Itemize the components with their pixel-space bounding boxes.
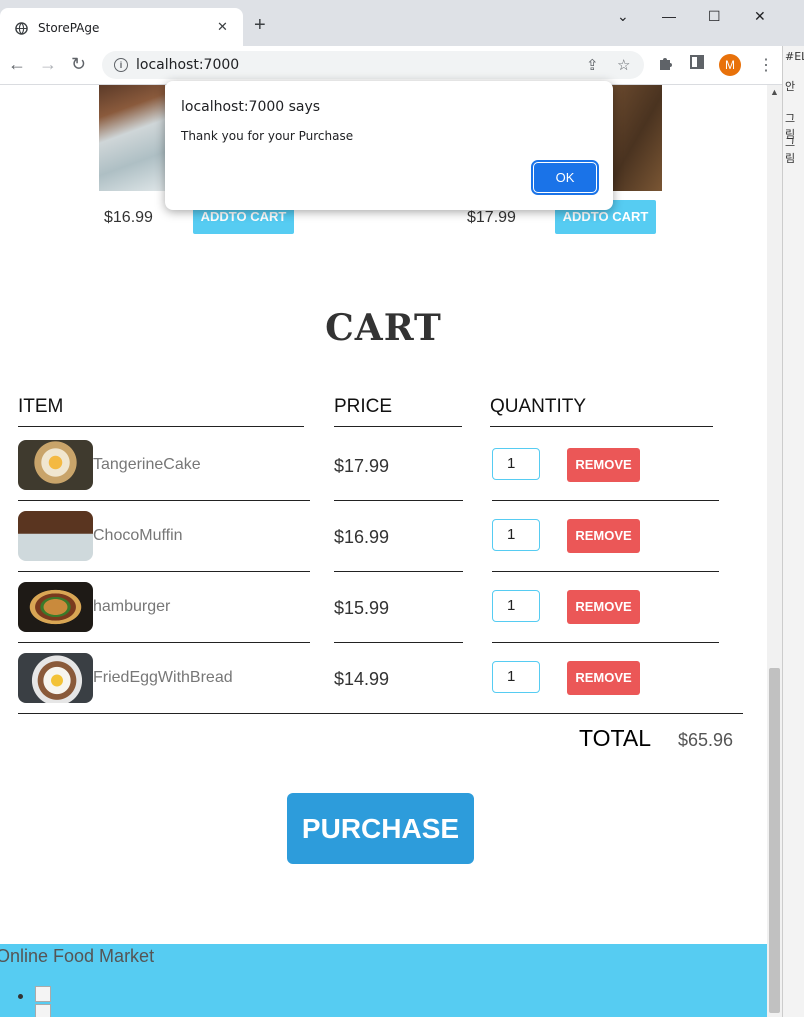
quantity-input[interactable]: 1	[492, 448, 540, 480]
shop-item-image	[99, 85, 165, 191]
fried-egg-with-bread-image	[18, 653, 93, 703]
remove-button[interactable]: REMOVE	[567, 590, 640, 624]
cart-item-name: hamburger	[93, 598, 171, 615]
purchase-button[interactable]: PURCHASE	[287, 793, 474, 864]
alert-dialog: localhost:7000 says Thank you for your P…	[165, 81, 613, 210]
new-tab-button[interactable]: +	[254, 15, 266, 35]
shop-item-price: $17.99	[467, 209, 516, 226]
cart-item-price: $16.99	[334, 527, 390, 547]
side-panel-icon[interactable]	[690, 55, 704, 69]
broken-image-icon[interactable]	[35, 986, 51, 1002]
quantity-column-header: QUANTITY	[490, 396, 713, 427]
tab-search-icon[interactable]: ⌄	[617, 8, 629, 25]
extensions-puzzle-icon[interactable]	[657, 55, 673, 71]
item-column-header: ITEM	[18, 396, 304, 427]
scrollbar-thumb[interactable]	[769, 668, 780, 1013]
tab-close-icon[interactable]: ✕	[217, 19, 228, 35]
scroll-up-arrow-icon[interactable]: ▲	[770, 87, 779, 97]
share-icon[interactable]: ⇪	[586, 56, 599, 74]
footer-title: Online Food Market	[0, 946, 155, 966]
dialog-message: Thank you for your Purchase	[181, 129, 354, 143]
quantity-input[interactable]: 1	[492, 661, 540, 693]
browser-toolbar: ← → ↻ i localhost:7000 ⇪ ☆ M ⋮	[0, 46, 804, 85]
url-text: localhost:7000	[136, 57, 240, 73]
broken-image-icon[interactable]	[35, 1004, 51, 1017]
row-divider	[492, 500, 719, 501]
profile-avatar[interactable]: M	[719, 54, 741, 76]
close-window-button[interactable]: ✕	[754, 8, 766, 25]
row-divider	[18, 642, 310, 643]
bookmark-star-icon[interactable]: ☆	[617, 56, 630, 74]
tab-title: StorePAge	[38, 21, 100, 35]
row-divider	[492, 571, 719, 572]
browser-tab[interactable]: StorePAge ✕	[0, 8, 243, 46]
browser-title-bar: StorePAge ✕ + ⌄ — ☐ ✕	[0, 0, 804, 46]
page-content: $16.99 ADDTO CART $17.99 ADDTO CART CART…	[0, 85, 767, 1017]
shop-item-price: $16.99	[104, 209, 153, 226]
reload-icon[interactable]: ↻	[71, 54, 86, 75]
remove-button[interactable]: REMOVE	[567, 448, 640, 482]
cart-title: CART	[325, 307, 442, 349]
site-info-icon[interactable]: i	[114, 58, 128, 72]
address-bar[interactable]: i localhost:7000 ⇪ ☆	[102, 51, 644, 79]
row-divider	[334, 500, 463, 501]
minimize-button[interactable]: —	[662, 8, 676, 24]
choco-muffin-image	[18, 511, 93, 561]
quantity-input[interactable]: 1	[492, 519, 540, 551]
tangerine-cake-image	[18, 440, 93, 490]
ok-button[interactable]: OK	[531, 160, 599, 195]
cart-total-divider	[18, 713, 743, 714]
total-label: TOTAL	[579, 725, 651, 751]
price-column-header: PRICE	[334, 396, 462, 427]
maximize-button[interactable]: ☐	[708, 8, 721, 25]
quantity-input[interactable]: 1	[492, 590, 540, 622]
site-footer: Online Food Market	[0, 944, 767, 1017]
row-divider	[334, 642, 463, 643]
more-menu-icon[interactable]: ⋮	[758, 55, 774, 75]
background-window-edge: #EL 안 그림 그림	[782, 46, 804, 1017]
remove-button[interactable]: REMOVE	[567, 661, 640, 695]
remove-button[interactable]: REMOVE	[567, 519, 640, 553]
cart-item-name: TangerineCake	[93, 456, 201, 473]
back-arrow-icon[interactable]: ←	[8, 54, 26, 75]
row-divider	[18, 571, 310, 572]
total-value: $65.96	[678, 730, 734, 750]
row-divider	[492, 642, 719, 643]
cart-item-name: ChocoMuffin	[93, 527, 183, 544]
shop-item-image	[612, 85, 662, 191]
list-bullet	[18, 994, 23, 999]
page-scrollbar[interactable]: ▲	[767, 85, 782, 1017]
row-divider	[334, 571, 463, 572]
globe-icon	[15, 22, 28, 35]
cart-item-price: $14.99	[334, 669, 390, 689]
cart-item-name: FriedEggWithBread	[93, 669, 233, 686]
forward-arrow-icon[interactable]: →	[39, 54, 57, 75]
hamburger-image	[18, 582, 93, 632]
cart-item-price: $17.99	[334, 456, 390, 476]
row-divider	[18, 500, 310, 501]
dialog-title: localhost:7000 says	[181, 99, 321, 115]
cart-item-price: $15.99	[334, 598, 390, 618]
